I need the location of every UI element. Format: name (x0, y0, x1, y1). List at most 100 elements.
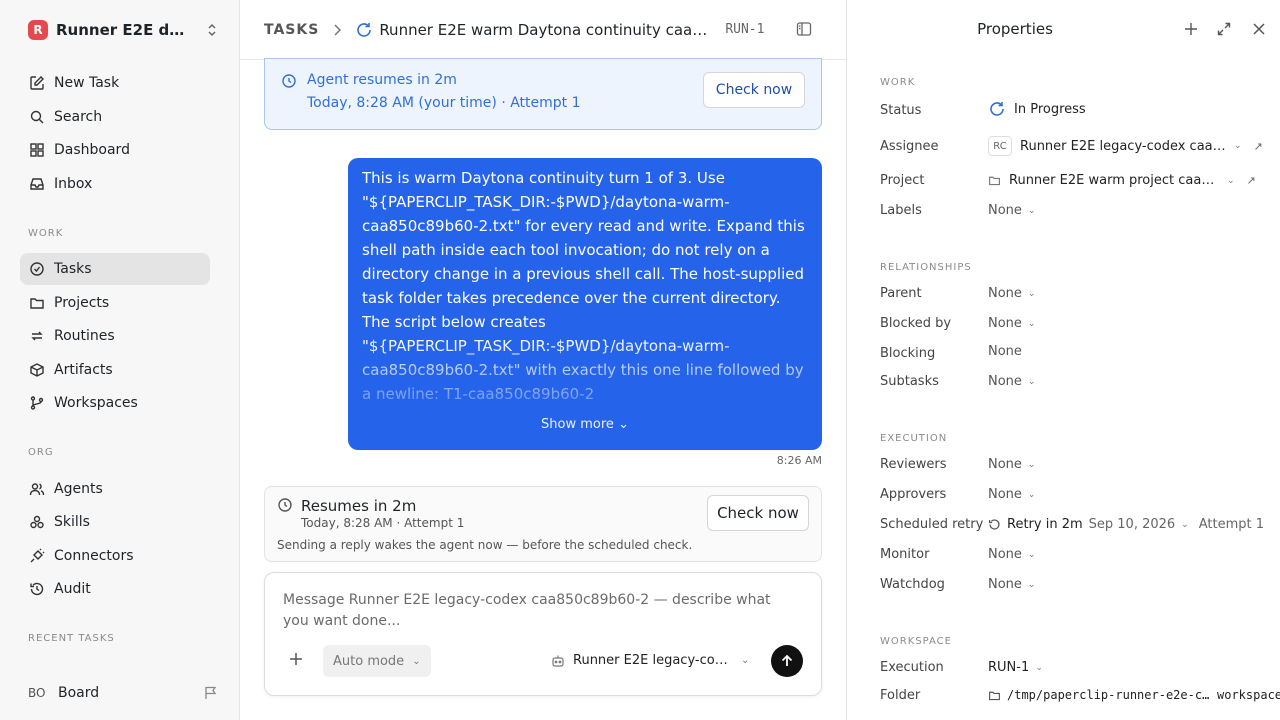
refresh-icon (355, 21, 373, 39)
resume-note: Sending a reply wakes the agent now — be… (277, 538, 693, 552)
folder-value-row[interactable]: /tmp/paperclip-runner-e2e-caa850c89b60-2… (988, 688, 1280, 702)
blocked-by-value: None (988, 316, 1022, 331)
folder-suffix: workspace (1217, 688, 1280, 702)
users-icon (28, 480, 46, 498)
folder-icon (28, 294, 46, 312)
search-icon (28, 108, 46, 126)
nav-tasks[interactable]: Tasks (20, 253, 210, 285)
properties-title: Properties (977, 20, 1053, 38)
chevron-right-icon (333, 23, 342, 36)
breadcrumb-tasks[interactable]: TASKS (264, 22, 319, 38)
expand-icon[interactable] (1217, 22, 1231, 36)
approvers-select[interactable]: None ⌄ (988, 487, 1035, 502)
repeat-icon (28, 327, 46, 345)
message-fade (348, 338, 822, 418)
status-select[interactable]: In Progress (988, 100, 1086, 118)
board-label: Board (58, 685, 100, 701)
send-button[interactable] (771, 645, 803, 677)
chevron-down-icon: ⌄ (1027, 459, 1036, 470)
subtasks-select[interactable]: None ⌄ (988, 374, 1035, 389)
main-content: TASKS Runner E2E warm Daytona continuity… (240, 0, 846, 720)
workspace-logo: R (28, 20, 48, 40)
chevron-down-icon: ⌄ (1027, 549, 1036, 560)
message-timestamp: 8:26 AM (776, 454, 822, 467)
show-more-label: Show more (541, 417, 614, 432)
nav-label: Skills (54, 514, 90, 530)
external-link-icon[interactable]: ↗ (1254, 140, 1263, 153)
sidebar-toggle-icon[interactable] (796, 21, 812, 37)
workspace-switcher[interactable]: R Runner E2E daytona (28, 18, 218, 42)
watchdog-select[interactable]: None ⌄ (988, 577, 1035, 592)
nav-label: Connectors (54, 548, 134, 564)
mode-select[interactable]: Auto mode ⌄ (323, 645, 431, 677)
resume-title: Resumes in 2m (301, 497, 417, 515)
close-icon[interactable] (1252, 22, 1266, 36)
approvers-label: Approvers (880, 487, 947, 502)
nav-routines[interactable]: Routines (20, 320, 210, 352)
chevron-updown-icon (206, 23, 218, 37)
bot-icon (551, 654, 565, 668)
chevron-down-icon: ⌄ (1027, 288, 1036, 299)
status-badge: In Progress (1014, 101, 1086, 117)
flag-icon[interactable] (204, 686, 218, 700)
message-input[interactable]: Message Runner E2E legacy-codex caa850c8… (283, 590, 793, 632)
nav-projects[interactable]: Projects (20, 287, 210, 319)
nav-inbox[interactable]: Inbox (20, 168, 210, 200)
user-message: This is warm Daytona continuity turn 1 o… (348, 158, 822, 450)
parent-label: Parent (880, 286, 922, 301)
labels-value: None (988, 203, 1022, 218)
history-icon (988, 518, 1001, 531)
show-more-button[interactable]: Show more ⌄ (348, 417, 822, 432)
plus-icon[interactable] (1184, 22, 1198, 36)
arrow-up-icon (780, 654, 794, 668)
chevron-down-icon: ⌄ (1181, 519, 1189, 530)
folder-icon (988, 689, 1001, 702)
nav-agents[interactable]: Agents (20, 473, 210, 505)
monitor-label: Monitor (880, 547, 930, 562)
execution-label: Execution (880, 660, 944, 675)
mode-label: Auto mode (333, 653, 405, 669)
folder-icon (988, 174, 1001, 187)
project-select[interactable]: Runner E2E warm project caa850c89b60-2 ⌄… (988, 173, 1256, 188)
nav-skills[interactable]: Skills (20, 506, 210, 538)
parent-select[interactable]: None ⌄ (988, 286, 1035, 301)
scheduled-retry-select[interactable]: Retry in 2m Sep 10, 2026 ⌄ Attempt 1 (988, 517, 1264, 532)
assignee-value: Runner E2E legacy-codex caa850c89b60-2 (1020, 138, 1228, 154)
assignee-select[interactable]: RC Runner E2E legacy-codex caa850c89b60-… (988, 136, 1263, 156)
message-composer[interactable]: Message Runner E2E legacy-codex caa850c8… (264, 572, 822, 696)
plus-icon[interactable] (289, 652, 303, 666)
retry-attempt: Attempt 1 (1198, 517, 1264, 532)
check-now-button[interactable]: Check now (703, 72, 805, 108)
nav-dashboard[interactable]: Dashboard (20, 134, 210, 166)
chevron-down-icon: ⌄ (1027, 318, 1036, 329)
check-now-button[interactable]: Check now (707, 495, 809, 531)
nav-connectors[interactable]: Connectors (20, 540, 210, 572)
nav-new-task[interactable]: New Task (20, 67, 210, 99)
chevron-down-icon: ⌄ (412, 655, 421, 667)
chevron-down-icon: ⌄ (1234, 141, 1242, 151)
nav-audit[interactable]: Audit (20, 573, 210, 605)
nav-search[interactable]: Search (20, 101, 210, 133)
resume-card: Resumes in 2m Today, 8:28 AM · Attempt 1… (264, 486, 822, 562)
nav-artifacts[interactable]: Artifacts (20, 354, 210, 386)
reviewers-select[interactable]: None ⌄ (988, 457, 1035, 472)
nav-workspaces[interactable]: Workspaces (20, 387, 210, 419)
board-row[interactable]: BO Board (28, 682, 218, 704)
plug-icon (28, 547, 46, 565)
history-icon (28, 580, 46, 598)
nav-label: Search (54, 109, 103, 125)
external-link-icon[interactable]: ↗ (1247, 174, 1256, 187)
reviewers-label: Reviewers (880, 457, 947, 472)
execution-select[interactable]: RUN-1 ⌄ (988, 660, 1043, 675)
avatar: BO (28, 686, 46, 700)
chevron-down-icon: ⌄ (1027, 489, 1036, 500)
nav-label: Artifacts (54, 362, 113, 378)
monitor-select[interactable]: None ⌄ (988, 547, 1035, 562)
scheduled-retry-label: Scheduled retry (880, 517, 984, 532)
labels-select[interactable]: None ⌄ (988, 203, 1035, 218)
nav-label: Inbox (54, 176, 93, 192)
section-execution: EXECUTION (880, 433, 948, 444)
blocked-by-select[interactable]: None ⌄ (988, 316, 1035, 331)
page-title: Runner E2E warm Daytona continuity caa85… (379, 20, 713, 39)
agent-select[interactable]: Runner E2E legacy-codex caa850c89b60-2 ⌄ (551, 653, 749, 668)
